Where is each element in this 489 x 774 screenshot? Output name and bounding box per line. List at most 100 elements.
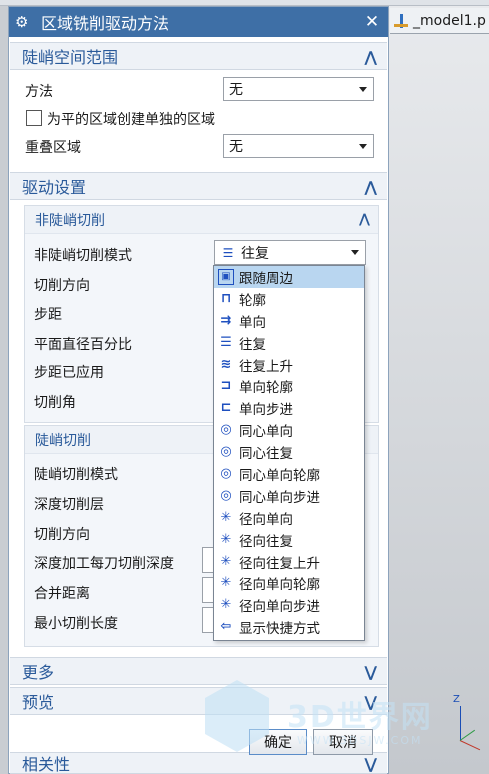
coordinate-triad: Z [444,694,486,754]
drive-settings-group-header[interactable]: 驱动设置 ⋀ [10,172,387,200]
radial-zig-zag-lift-icon: ✳ [220,553,232,569]
min-cut-length-label: 最小切削长度 [34,616,118,632]
dropdown-item[interactable]: ✳ 径向往复 [214,529,364,551]
dropdown-item-label: 同心单向 [239,424,293,441]
graphics-window[interactable] [388,6,489,774]
concentric-zig-contour-icon: ◎ [220,465,232,481]
non-steep-mode-label: 非陡峭切削模式 [34,248,132,264]
steep-space-group-header[interactable]: 陡峭空间范围 ⋀ [10,42,387,70]
model-tab-label: _model1.p [413,12,486,29]
stepover-label: 步距 [34,307,62,323]
model-tab[interactable]: _model1.p [390,8,489,34]
zig-with-step-icon: ⊏ [220,400,232,416]
dropdown-item[interactable]: ◎ 同心单向步进 [214,485,364,507]
zig-with-contour-icon: ⊐ [220,378,232,394]
dropdown-item[interactable]: ◎ 同心单向轮廓 [214,463,364,485]
depth-per-cut-label: 深度加工每刀切削深度 [34,556,174,572]
non-steep-mode-select[interactable]: ☰ 往复 [214,240,366,265]
preview-group-title: 预览 [22,693,55,712]
chevron-down-icon[interactable]: ⋁ [364,693,377,711]
non-steep-mode-value: 往复 [241,245,269,262]
dropdown-item[interactable]: ⇉ 单向 [214,310,364,332]
triad-x-axis [459,740,481,751]
dropdown-item-label: 同心单向步进 [239,489,320,506]
flat-diameter-percent-label: 平面直径百分比 [34,337,132,353]
dropdown-item[interactable]: ☰ 往复 [214,332,364,354]
depth-cut-layer-label: 深度切削层 [34,497,104,513]
dropdown-item-label: 跟随周边 [239,270,293,287]
concentric-zig-zag-icon: ◎ [220,444,232,460]
chevron-up-icon[interactable]: ⋀ [359,212,370,227]
dropdown-item[interactable]: ◎ 同心往复 [214,441,364,463]
merge-distance-label: 合并距离 [34,586,90,602]
show-shortcuts-icon: ⇦ [220,619,232,635]
radial-zig-contour-icon: ✳ [220,575,232,591]
more-group-header[interactable]: 更多 ⋁ [10,657,387,685]
dropdown-item[interactable]: ✳ 径向单向步进 [214,594,364,616]
profile-icon: ⊓ [220,290,232,306]
chevron-down-icon[interactable]: ⋁ [364,663,377,681]
chevron-up-icon[interactable]: ⋀ [364,178,377,196]
follow-periphery-icon: ▣ [218,268,234,285]
overlap-region-select[interactable]: 无 [223,134,374,158]
dropdown-item[interactable]: ✳ 径向单向 [214,507,364,529]
dropdown-item[interactable]: ✳ 径向往复上升 [214,551,364,573]
triad-z-axis [460,706,461,740]
preview-group-header[interactable]: 预览 ⋁ [10,687,387,715]
radial-zig-step-icon: ✳ [220,597,232,613]
dropdown-item[interactable]: ⊐ 单向轮廓 [214,375,364,397]
chevron-down-icon [359,87,367,92]
cut-angle-label: 切削角 [34,395,76,411]
dropdown-item[interactable]: ▣ 跟随周边 [214,266,364,288]
separate-regions-label: 为平的区域创建单独的区域 [47,112,215,128]
drive-settings-group-title: 驱动设置 [22,178,87,197]
cancel-button[interactable]: 取消 [313,729,373,755]
radial-zig-zag-icon: ✳ [220,531,232,547]
chevron-down-icon [351,250,359,255]
dropdown-item[interactable]: ✳ 径向单向轮廓 [214,572,364,594]
concentric-zig-step-icon: ◎ [220,487,232,503]
chevron-down-icon[interactable]: ⋁ [364,755,377,773]
zig-zag-icon: ☰ [222,245,234,260]
dropdown-item-label: 单向 [239,314,266,331]
overlap-region-value: 无 [229,139,243,155]
model-part-icon [394,13,410,29]
related-group-header[interactable]: 相关性 ⋁ [10,752,387,774]
dropdown-item-label: 同心单向轮廓 [239,467,320,484]
ok-button[interactable]: 确定 [249,729,307,755]
method-select-value: 无 [229,82,243,98]
separate-regions-checkbox[interactable] [26,110,42,126]
related-group-title: 相关性 [22,755,71,774]
dropdown-item-label: 同心往复 [239,446,293,463]
method-select[interactable]: 无 [223,77,374,101]
dialog-title: 区域铣削驱动方法 [41,14,170,33]
non-steep-mode-dropdown-list[interactable]: ▣ 跟随周边 ⊓ 轮廓 ⇉ 单向 ☰ 往复 ≋ 往复上升 ⊐ 单向轮廓 ⊏ 单向步进 ◎ 同心单向 ◎ 同心往复 ◎… [213,265,365,641]
dropdown-item[interactable]: ⇦ 显示快捷方式 [214,616,364,638]
concentric-zig-icon: ◎ [220,422,232,438]
zig-zag-icon: ☰ [220,334,232,350]
close-icon[interactable]: ✕ [362,12,382,32]
non-steep-cut-title: 非陡峭切削 [35,212,105,229]
dropdown-item-label: 径向单向步进 [239,599,320,616]
non-steep-cut-header[interactable]: 非陡峭切削 ⋀ [25,206,378,234]
zig-zag-lift-icon: ≋ [220,356,232,372]
triad-z-label: Z [453,694,460,705]
chevron-up-icon[interactable]: ⋀ [364,48,377,66]
dropdown-item-label: 径向往复上升 [239,555,320,572]
dropdown-item-label: 径向单向 [239,511,293,528]
steep-space-group-title: 陡峭空间范围 [22,48,119,67]
method-label: 方法 [25,84,53,100]
dropdown-item-label: 单向步进 [239,402,293,419]
more-group-title: 更多 [22,663,55,682]
dialog-titlebar[interactable]: ⚙ 区域铣削驱动方法 ✕ [9,7,388,37]
steep-cut-direction-label: 切削方向 [34,527,90,543]
dropdown-item[interactable]: ⊓ 轮廓 [214,288,364,310]
gear-icon: ⚙ [15,13,29,31]
dropdown-item-label: 径向往复 [239,533,293,550]
overlap-region-label: 重叠区域 [25,140,81,156]
dropdown-item[interactable]: ≋ 往复上升 [214,354,364,376]
dropdown-item-label: 往复 [239,336,266,353]
dropdown-item-label: 单向轮廓 [239,380,293,397]
dropdown-item[interactable]: ⊏ 单向步进 [214,397,364,419]
dropdown-item[interactable]: ◎ 同心单向 [214,419,364,441]
